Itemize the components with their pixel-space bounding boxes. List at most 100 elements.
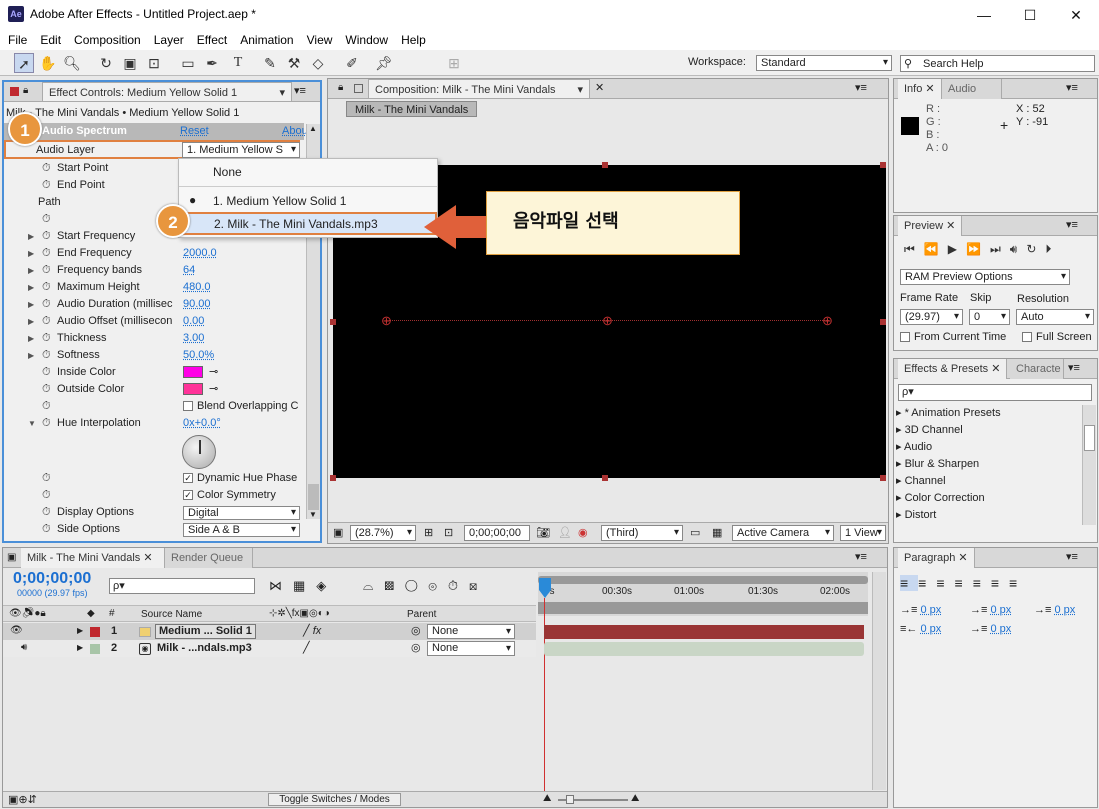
stopwatch-icon[interactable]: ⏱ bbox=[448, 578, 469, 593]
tab-paragraph[interactable]: Paragraph ✕ bbox=[898, 548, 975, 568]
about-link[interactable]: Abou bbox=[282, 125, 308, 137]
layer-bar-2[interactable] bbox=[544, 642, 864, 656]
layer-name[interactable]: Milk - ...ndals.mp3 bbox=[157, 642, 252, 654]
tab-preview[interactable]: Preview ✕ bbox=[898, 216, 963, 236]
audio-icon[interactable]: 🔊︎ bbox=[21, 642, 27, 653]
stopwatch-icon[interactable]: ⏱ bbox=[42, 398, 51, 415]
hand-tool-icon[interactable]: ✋ bbox=[38, 53, 58, 73]
fx-icon[interactable]: ╱ fx bbox=[303, 624, 321, 637]
zoom-slider[interactable] bbox=[558, 795, 628, 804]
zoom-out-icon[interactable]: ⛰ bbox=[543, 793, 551, 804]
effects-item-3d-channel[interactable]: ▸ 3D Channel bbox=[896, 422, 1086, 439]
camera-tool-icon[interactable]: ▣ bbox=[120, 53, 140, 73]
type-tool-icon[interactable]: T bbox=[228, 53, 248, 73]
pan-behind-tool-icon[interactable]: ⊡ bbox=[144, 53, 164, 73]
footer-icons[interactable]: ▣⊕⇵ bbox=[8, 793, 37, 806]
effects-item-color-correction[interactable]: ▸ Color Correction bbox=[896, 490, 1086, 507]
prop-value[interactable]: 90.00 bbox=[183, 296, 211, 313]
menu-layer[interactable]: Layer bbox=[154, 33, 184, 47]
dynamic-hue-checkbox[interactable]: ✓ Dynamic Hue Phase bbox=[183, 470, 297, 487]
next-frame-icon[interactable]: ⏩ bbox=[966, 242, 990, 256]
zoom-tool-icon[interactable]: 🔍︎ bbox=[62, 53, 82, 73]
menu-composition[interactable]: Composition bbox=[74, 33, 141, 47]
side-options-select[interactable]: Side A & B bbox=[183, 523, 300, 537]
zoom-select[interactable]: (28.7%) bbox=[350, 525, 416, 541]
stopwatch-icon[interactable]: ⏱ bbox=[42, 177, 51, 194]
effects-item-distort[interactable]: ▸ Distort bbox=[896, 507, 1086, 524]
close-tab-icon[interactable]: ✕ bbox=[595, 81, 604, 94]
stopwatch-icon[interactable]: ⏱ bbox=[42, 415, 51, 432]
end-point-handle[interactable]: ⊕ bbox=[822, 313, 833, 329]
close-icon[interactable]: ✕ bbox=[1053, 0, 1099, 30]
menu-file[interactable]: File bbox=[8, 33, 27, 47]
time-ruler[interactable]: 0s 00:30s 01:00s 01:30s 02:00s bbox=[538, 572, 868, 616]
layer-label-color[interactable] bbox=[90, 627, 100, 637]
rectangle-tool-icon[interactable]: ▭ bbox=[178, 53, 198, 73]
expand-arrow-icon[interactable]: ▶ bbox=[77, 643, 83, 652]
parent-select[interactable]: None bbox=[427, 641, 515, 656]
justify-center-icon[interactable]: ≡ bbox=[973, 575, 991, 591]
timeline-search-input[interactable]: ρ▾ bbox=[109, 578, 255, 594]
stopwatch-icon[interactable]: ⏱ bbox=[42, 521, 51, 538]
eraser-tool-icon[interactable]: ◇ bbox=[308, 53, 328, 73]
expand-arrow-icon[interactable]: ▶ bbox=[28, 228, 34, 245]
center-handle[interactable]: ⊕ bbox=[602, 313, 613, 329]
minimize-icon[interactable]: — bbox=[961, 0, 1007, 30]
motion-blur-icon[interactable]: ▩ bbox=[384, 578, 405, 593]
prop-value[interactable]: 64 bbox=[183, 262, 195, 279]
eye-icon[interactable]: 👁︎ bbox=[10, 625, 23, 636]
source-name-header[interactable]: Source Name bbox=[141, 609, 202, 620]
tab-timeline[interactable]: Milk - The Mini Vandals ✕ bbox=[21, 548, 165, 568]
pickwhip-icon[interactable]: ◎ bbox=[411, 624, 421, 637]
stopwatch-icon[interactable]: ⏱ bbox=[42, 160, 51, 177]
expand-arrow-icon[interactable]: ▶ bbox=[28, 330, 34, 347]
indent-first[interactable]: →≡ 0 px bbox=[970, 604, 1011, 616]
panel-menu-icon[interactable]: ▾≡ bbox=[1066, 550, 1078, 563]
expand-arrow-icon[interactable]: ▶ bbox=[28, 279, 34, 296]
effects-scrollbar[interactable] bbox=[1082, 405, 1096, 525]
pickwhip-icon[interactable]: ◎ bbox=[411, 641, 421, 654]
expand-arrow-icon[interactable]: ▶ bbox=[28, 245, 34, 262]
menu-effect[interactable]: Effect bbox=[197, 33, 227, 47]
graph-editor-icon[interactable]: ⊚ bbox=[428, 578, 447, 593]
selection-tool-icon[interactable]: ➚ bbox=[14, 53, 34, 73]
expand-arrow-icon[interactable]: ▶ bbox=[28, 296, 34, 313]
justify-left-icon[interactable]: ≡ bbox=[955, 575, 973, 591]
tab-render-queue[interactable]: Render Queue bbox=[165, 548, 253, 568]
panel-menu-icon[interactable]: ▾≡ bbox=[855, 81, 867, 94]
stopwatch-icon[interactable]: ⏱ bbox=[42, 211, 51, 228]
space-before[interactable]: ≡← 0 px bbox=[900, 623, 941, 635]
tab-character[interactable]: Characte bbox=[1010, 359, 1064, 379]
prev-frame-icon[interactable]: ⏪ bbox=[924, 242, 948, 256]
maximize-icon[interactable]: ☐ bbox=[1007, 0, 1053, 30]
expand-arrow-icon[interactable]: ▶ bbox=[28, 313, 34, 330]
justify-right-icon[interactable]: ≡ bbox=[991, 575, 1009, 591]
brush-tool-icon[interactable]: ✎ bbox=[260, 53, 280, 73]
skip-select[interactable]: 0 bbox=[969, 309, 1010, 325]
ram-preview-select[interactable]: RAM Preview Options bbox=[900, 269, 1070, 285]
parent-select[interactable]: None bbox=[427, 624, 515, 639]
color-symmetry-checkbox[interactable]: ✓ Color Symmetry bbox=[183, 487, 276, 504]
stopwatch-icon[interactable]: ⏱ bbox=[42, 487, 51, 504]
stopwatch-icon[interactable]: ⏱ bbox=[42, 364, 51, 381]
stopwatch-icon[interactable]: ⏱ bbox=[42, 262, 51, 279]
tab-effects-presets[interactable]: Effects & Presets ✕ bbox=[898, 359, 1008, 379]
prop-value[interactable]: 3.00 bbox=[183, 330, 204, 347]
reset-button[interactable]: Reset bbox=[180, 125, 209, 137]
menu-help[interactable]: Help bbox=[401, 33, 426, 47]
panel-menu-icon[interactable]: ▾≡ bbox=[855, 550, 867, 563]
stopwatch-icon[interactable]: ⏱ bbox=[42, 330, 51, 347]
comp-nav-tab[interactable]: Milk - The Mini Vandals bbox=[346, 101, 478, 117]
layer-row-1[interactable]: 👁︎ ▶ 1 Medium ... Solid 1 ╱ fx ◎ None bbox=[3, 623, 536, 640]
comp-mini-flowchart-icon[interactable]: ⋈ bbox=[269, 578, 293, 593]
effect-header-row[interactable]: Audio Spectrum Reset Abou bbox=[4, 123, 308, 140]
roi-icon[interactable]: ▭ bbox=[690, 526, 700, 539]
layer-bar-1[interactable] bbox=[544, 625, 864, 639]
hue-dial[interactable] bbox=[182, 435, 216, 469]
menu-window[interactable]: Window bbox=[345, 33, 388, 47]
inside-color-swatch[interactable] bbox=[183, 366, 203, 378]
popup-item-solid[interactable]: 1. Medium Yellow Solid 1 bbox=[213, 194, 346, 208]
search-help-field[interactable]: ⚲ Search Help bbox=[900, 55, 1095, 72]
layer-handle[interactable] bbox=[880, 475, 886, 481]
lock-icon[interactable]: 🔒︎ bbox=[338, 82, 343, 93]
